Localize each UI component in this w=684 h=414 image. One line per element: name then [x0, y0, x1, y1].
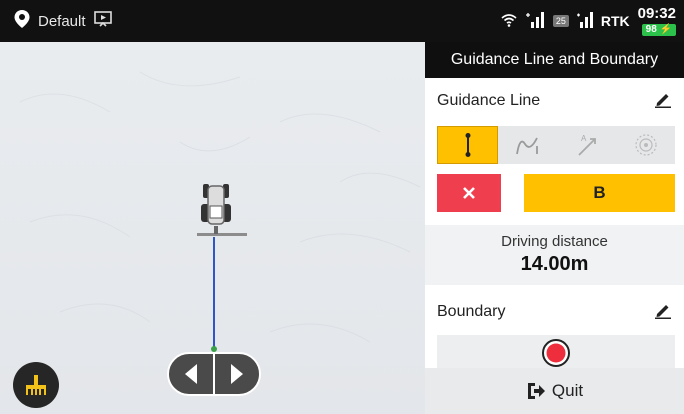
panel-title: Guidance Line and Boundary: [425, 42, 684, 78]
nudge-control: [167, 352, 261, 396]
boundary-label: Boundary: [437, 303, 506, 320]
record-boundary-button[interactable]: [437, 335, 675, 371]
arrow-left-icon: [185, 364, 197, 384]
edit-guidance-line-icon[interactable]: [654, 90, 672, 113]
exit-icon: [527, 383, 545, 399]
cancel-button[interactable]: [437, 174, 501, 212]
svg-text:A: A: [581, 134, 587, 143]
nudge-right-button[interactable]: [215, 354, 259, 394]
rtk-label: RTK: [600, 13, 630, 29]
battery-indicator: 98 ⚡: [641, 24, 676, 36]
mode-straight-line[interactable]: [437, 126, 498, 164]
rtk-signal-icon: [576, 11, 593, 31]
tractor-icon: [197, 182, 247, 245]
location-pin-icon: [14, 9, 30, 33]
curve-line-icon: [515, 137, 538, 155]
cell-signal-icon: [525, 11, 545, 31]
mode-pivot[interactable]: [616, 126, 675, 164]
profile-name[interactable]: Default: [38, 13, 86, 30]
guidance-track-line: [213, 237, 215, 349]
implement-icon: [26, 375, 46, 395]
wifi-icon: [501, 13, 517, 30]
set-point-b-button[interactable]: B: [524, 174, 675, 212]
implement-button[interactable]: [13, 362, 59, 408]
clock: 09:32: [637, 5, 676, 22]
boundary-row: Boundary: [425, 289, 684, 335]
record-icon: [542, 339, 570, 367]
straight-line-icon: [465, 133, 470, 157]
map-view[interactable]: [0, 42, 425, 414]
battery-level: 98: [645, 24, 657, 35]
mode-a-plus[interactable]: A: [557, 126, 616, 164]
driving-distance-value: 14.00m: [520, 253, 589, 275]
status-bar: Default 25 RTK 09:32 98 ⚡: [0, 0, 684, 42]
mode-curve-line[interactable]: [498, 126, 557, 164]
guidance-line-row: Guidance Line: [425, 78, 684, 124]
nudge-left-button[interactable]: [169, 354, 213, 394]
guidance-panel: Guidance Line and Boundary Guidance Line…: [425, 42, 684, 414]
edit-boundary-icon[interactable]: [654, 301, 672, 324]
arrow-right-icon: [231, 364, 243, 384]
guidance-mode-selector: A: [437, 126, 675, 164]
a-plus-heading-icon: A: [577, 134, 596, 156]
lte-badge: 25: [552, 15, 569, 27]
driving-distance-label: Driving distance: [501, 233, 608, 250]
quit-button[interactable]: Quit: [425, 368, 684, 414]
quit-label: Quit: [551, 381, 584, 400]
pivot-circle-icon: [634, 134, 657, 156]
driving-distance-box: Driving distance 14.00m: [425, 225, 684, 285]
guidance-line-label: Guidance Line: [437, 92, 541, 109]
screen-cast-icon[interactable]: [93, 10, 112, 32]
close-icon: [463, 187, 475, 199]
